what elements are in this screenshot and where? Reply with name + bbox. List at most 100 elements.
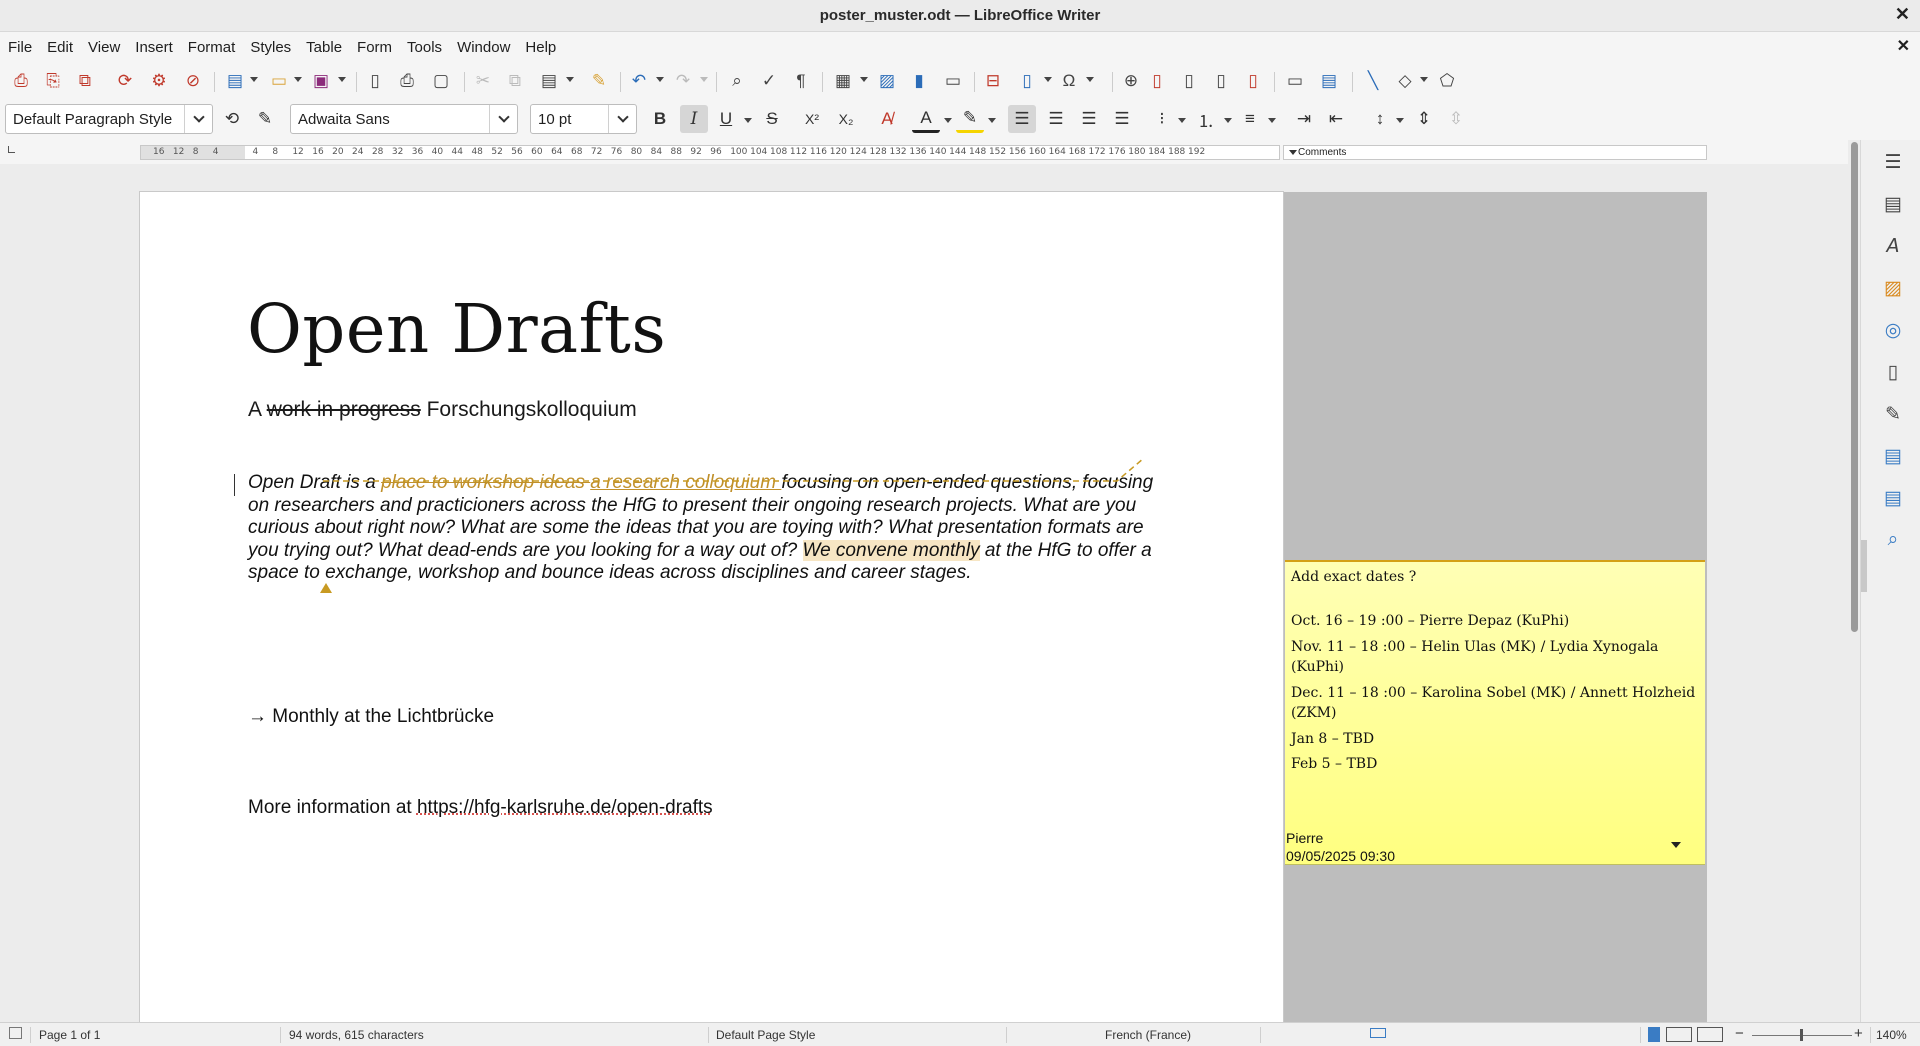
track-changes-icon[interactable]: ▤: [1316, 68, 1342, 94]
draw-functions-icon[interactable]: ⬠: [1434, 68, 1460, 94]
menu-table[interactable]: Table: [298, 39, 349, 56]
footnote-icon[interactable]: ▯: [1144, 68, 1170, 94]
document-close-button[interactable]: ✕: [1897, 36, 1910, 56]
menu-window[interactable]: Window: [449, 39, 517, 56]
insert-field-icon[interactable]: ▯: [1014, 68, 1040, 94]
menu-view[interactable]: View: [80, 39, 127, 56]
chevron-down-icon[interactable]: [489, 105, 517, 133]
multi-page-view-icon[interactable]: [1666, 1027, 1692, 1042]
new-document-icon[interactable]: ▤: [222, 68, 248, 94]
font-name-combo[interactable]: Adwaita Sans: [290, 104, 518, 134]
strikethrough-button[interactable]: S: [758, 105, 786, 133]
unordered-list-icon[interactable]: ⁝: [1148, 105, 1176, 133]
basic-shapes-icon[interactable]: ◇: [1392, 68, 1418, 94]
align-right-button[interactable]: ☰: [1075, 105, 1103, 133]
chevron-down-icon[interactable]: [184, 105, 212, 133]
clone-formatting-icon[interactable]: ✎: [586, 68, 612, 94]
page-count[interactable]: Page 1 of 1: [39, 1028, 100, 1042]
insert-image-icon[interactable]: ▨: [874, 68, 900, 94]
spelling-icon[interactable]: ✓: [756, 68, 782, 94]
save-icon[interactable]: ▣: [308, 68, 334, 94]
endnote-icon[interactable]: ▯: [1176, 68, 1202, 94]
vertical-scrollbar[interactable]: [1848, 140, 1860, 1022]
manage-changes-icon[interactable]: ▤: [1881, 444, 1905, 468]
insert-table-icon[interactable]: ▦: [830, 68, 856, 94]
navigator-icon[interactable]: ◎: [1881, 318, 1905, 342]
document-page[interactable]: Open Drafts A work in progress Forschung…: [139, 191, 1284, 1022]
update-icon[interactable]: ⟳: [112, 68, 138, 94]
scrollbar-thumb[interactable]: [1851, 142, 1858, 632]
style-inspector-icon[interactable]: ✎: [1881, 402, 1905, 426]
properties-icon[interactable]: ▤: [1881, 192, 1905, 216]
comment-note[interactable]: Add exact dates ? Oct. 16 – 19 :00 – Pie…: [1285, 560, 1705, 865]
styles-icon[interactable]: 𝘈: [1881, 234, 1905, 258]
subscript-button[interactable]: X₂: [832, 105, 860, 133]
comment-menu-icon[interactable]: [1671, 842, 1681, 848]
find-replace-icon[interactable]: ⌕: [724, 68, 750, 94]
ordered-list-icon[interactable]: ⒈: [1192, 105, 1220, 133]
sidebar-resize-handle[interactable]: [1861, 540, 1867, 592]
cut-icon[interactable]: ✂: [470, 68, 496, 94]
paste-icon[interactable]: ▤: [536, 68, 562, 94]
window-close-button[interactable]: ✕: [1895, 4, 1910, 25]
page-icon[interactable]: ▯: [1881, 360, 1905, 384]
comment-icon[interactable]: ▭: [1282, 68, 1308, 94]
formatting-marks-icon[interactable]: ¶: [788, 68, 814, 94]
zoom-in-button[interactable]: +: [1854, 1025, 1863, 1042]
menu-file[interactable]: File: [0, 39, 39, 56]
align-center-button[interactable]: ☰: [1042, 105, 1070, 133]
cross-reference-icon[interactable]: ▯: [1240, 68, 1266, 94]
font-size-combo[interactable]: 10 pt: [530, 104, 637, 134]
macro-settings-icon[interactable]: ⚙: [146, 68, 172, 94]
justify-button[interactable]: ☰: [1108, 105, 1136, 133]
export-pdf-direct-icon[interactable]: ⎘: [40, 68, 66, 94]
paragraph-spacing-icon[interactable]: ⇕: [1410, 105, 1438, 133]
print-preview-icon[interactable]: ▢: [428, 68, 454, 94]
increase-indent-icon[interactable]: ⇥: [1290, 105, 1318, 133]
highlight-color-icon[interactable]: ✎: [956, 105, 984, 133]
menu-form[interactable]: Form: [349, 39, 399, 56]
horizontal-ruler[interactable]: 16 12 8 4 4 8 12 16 20 24 28 32 36 40 44 48 52 56 60 64 68 72…: [140, 145, 1280, 160]
export-icon[interactable]: ▯: [362, 68, 388, 94]
zoom-slider-knob[interactable]: [1800, 1029, 1803, 1041]
design-icon[interactable]: ▤: [1881, 486, 1905, 510]
paragraph-style-combo[interactable]: Default Paragraph Style: [5, 104, 213, 134]
selection-mode-icon[interactable]: [1370, 1028, 1386, 1038]
insert-textbox-icon[interactable]: ▭: [940, 68, 966, 94]
menu-tools[interactable]: Tools: [399, 39, 449, 56]
line-spacing-icon[interactable]: ↕: [1366, 105, 1394, 133]
superscript-button[interactable]: X²: [798, 105, 826, 133]
outline-list-icon[interactable]: ≡: [1236, 105, 1264, 133]
new-style-icon[interactable]: ✎: [251, 105, 279, 133]
single-page-view-icon[interactable]: [1648, 1027, 1660, 1042]
menu-insert[interactable]: Insert: [127, 39, 180, 56]
line-icon[interactable]: ╲: [1360, 68, 1386, 94]
insert-chart-icon[interactable]: ▮: [906, 68, 932, 94]
tab-stop-icon[interactable]: [8, 146, 15, 153]
bookmark-icon[interactable]: ▯: [1208, 68, 1234, 94]
menu-styles[interactable]: Styles: [242, 39, 298, 56]
export-pdf-icon[interactable]: ⎙: [8, 68, 34, 94]
decrease-spacing-icon[interactable]: ⇳: [1442, 105, 1470, 133]
comments-header[interactable]: Comments: [1283, 145, 1707, 160]
decrease-indent-icon[interactable]: ⇤: [1322, 105, 1350, 133]
copy-icon[interactable]: ⧉: [502, 68, 528, 94]
menu-help[interactable]: Help: [517, 39, 563, 56]
language[interactable]: French (France): [1105, 1028, 1191, 1042]
align-left-button[interactable]: ☰: [1008, 105, 1036, 133]
underline-button[interactable]: U: [712, 105, 740, 133]
open-folder-icon[interactable]: ▭: [266, 68, 292, 94]
link-icon[interactable]: ⊘: [180, 68, 206, 94]
italic-button[interactable]: I: [680, 105, 708, 133]
book-view-icon[interactable]: [1697, 1027, 1723, 1042]
gallery-icon[interactable]: ▨: [1881, 276, 1905, 300]
hamburger-icon[interactable]: ☰: [1881, 150, 1905, 174]
clear-formatting-icon[interactable]: A̸: [873, 105, 901, 133]
redo-icon[interactable]: ↷: [670, 68, 696, 94]
more-info-url[interactable]: https://hfg-karlsruhe.de/open-drafts: [417, 797, 713, 818]
menu-format[interactable]: Format: [180, 39, 243, 56]
chevron-down-icon[interactable]: [608, 105, 636, 133]
intro-paragraph[interactable]: Open Draft is a place to workshop ideas …: [248, 472, 1168, 585]
undo-icon[interactable]: ↶: [626, 68, 652, 94]
menu-edit[interactable]: Edit: [39, 39, 80, 56]
